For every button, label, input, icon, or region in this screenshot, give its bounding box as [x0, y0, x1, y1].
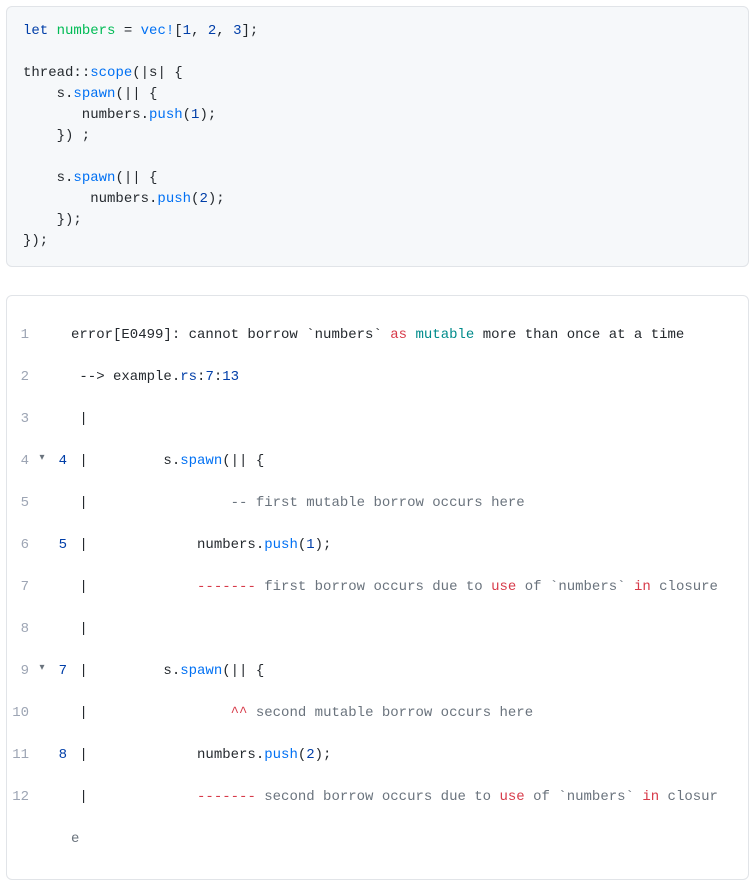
- rust-source-code-block: let numbers = vec![1, 2, 3]; thread::sco…: [6, 6, 749, 267]
- error-line: 1error[E0499]: cannot borrow `numbers` a…: [7, 325, 748, 346]
- fold-icon[interactable]: ▾: [35, 661, 49, 682]
- keyword-let: let: [23, 23, 48, 39]
- fold-icon[interactable]: ▾: [35, 451, 49, 472]
- variable-name: numbers: [57, 23, 116, 39]
- macro: vec!: [141, 23, 175, 39]
- error-location-line: 2 --> example.rs:7:13: [7, 367, 748, 388]
- compiler-error-block: 1error[E0499]: cannot borrow `numbers` a…: [6, 295, 749, 880]
